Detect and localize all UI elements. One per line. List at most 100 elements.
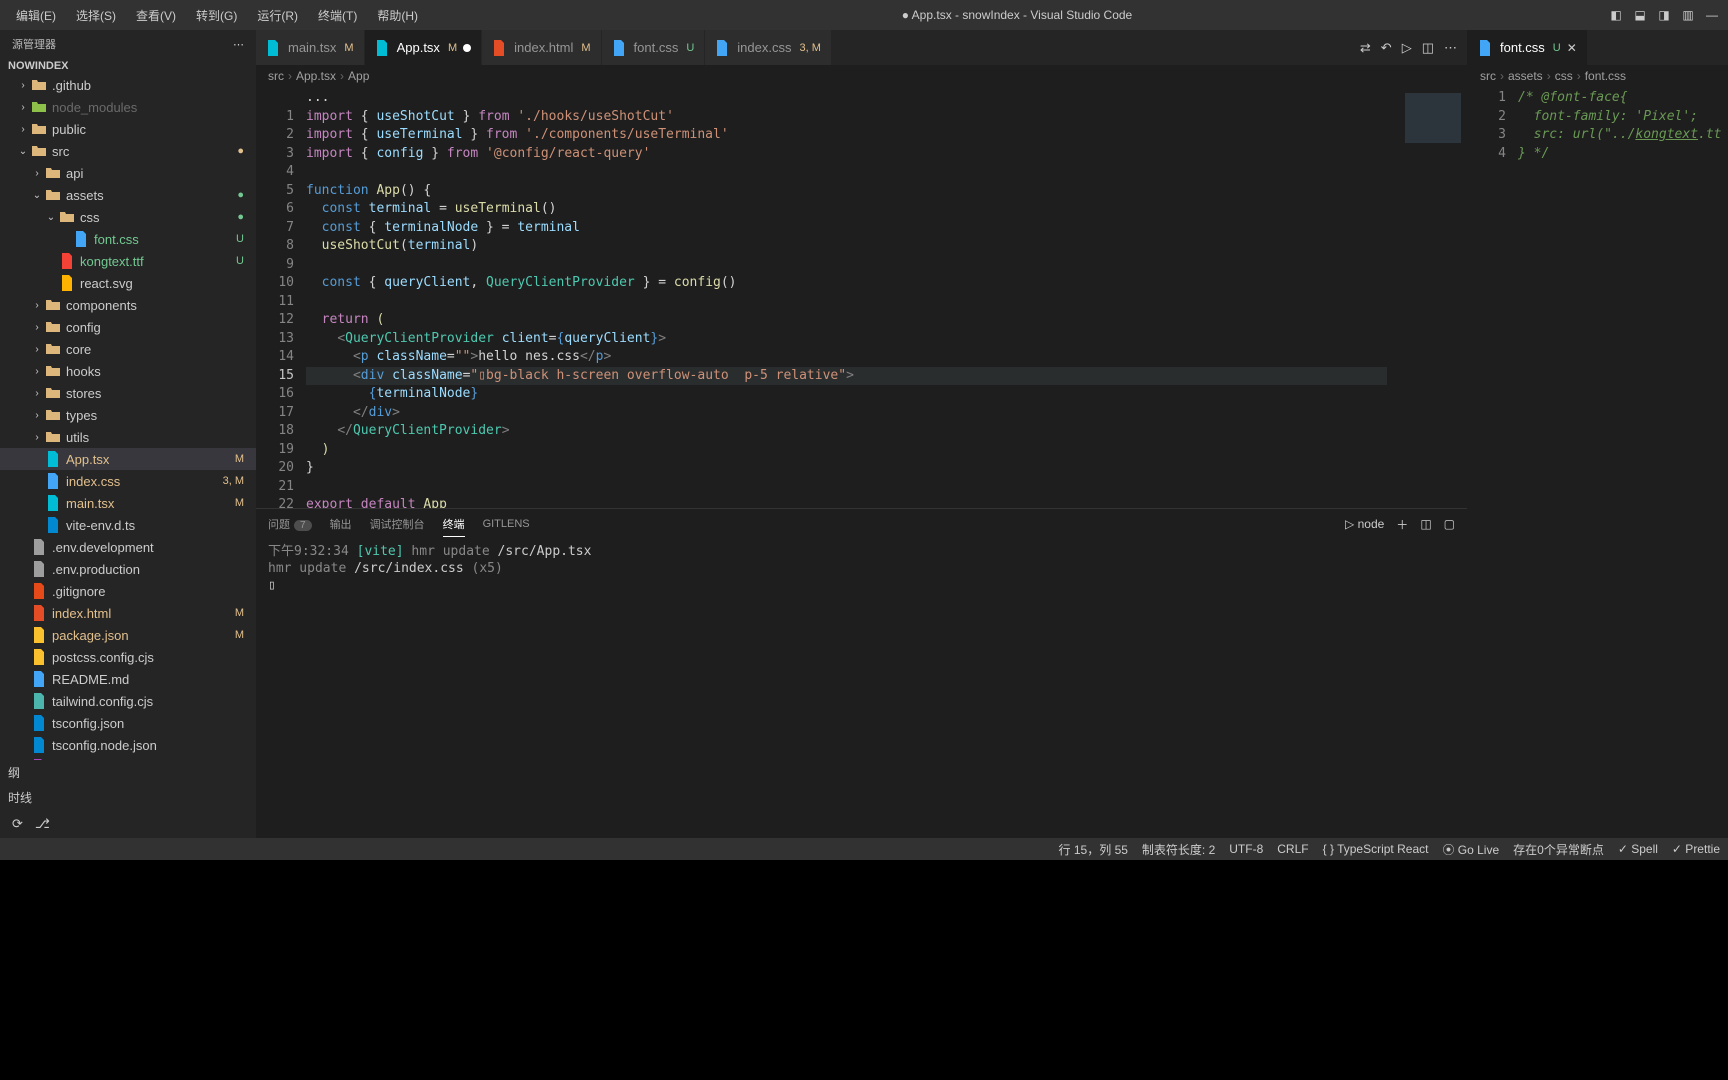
tree-item[interactable]: ›public <box>0 118 256 140</box>
menu-item[interactable]: 终端(T) <box>310 3 365 28</box>
sidebar-actions: ⟳ ⎇ <box>0 810 256 838</box>
tree-item[interactable]: ›types <box>0 404 256 426</box>
js-icon <box>30 649 48 665</box>
compare-icon[interactable]: ⇄ <box>1360 40 1371 56</box>
tree-item[interactable]: ›hooks <box>0 360 256 382</box>
breadcrumb-seg[interactable]: assets <box>1508 69 1543 83</box>
line-gutter-side: 1234 <box>1468 87 1518 838</box>
tree-item[interactable]: index.htmlM <box>0 602 256 624</box>
editor-tab[interactable]: font.cssU✕ <box>1468 30 1588 65</box>
status-item[interactable]: 存在0个异常断点 <box>1513 841 1604 858</box>
tree-item[interactable]: tsconfig.node.json <box>0 734 256 756</box>
tree-item[interactable]: ⌄css● <box>0 206 256 228</box>
terminal-output[interactable]: 下午9:32:34 [vite] hmr update /src/App.tsx… <box>256 539 1467 838</box>
menu-item[interactable]: 选择(S) <box>68 3 124 28</box>
breadcrumb-seg[interactable]: src <box>268 69 284 83</box>
tree-item[interactable]: postcss.config.cjs <box>0 646 256 668</box>
minimize-icon[interactable]: — <box>1704 7 1720 23</box>
close-icon[interactable]: ✕ <box>1567 41 1577 55</box>
menu-item[interactable]: 运行(R) <box>249 3 306 28</box>
tree-item[interactable]: ›.github <box>0 74 256 96</box>
breadcrumb-seg[interactable]: src <box>1480 69 1496 83</box>
branch-icon[interactable]: ⎇ <box>35 816 50 832</box>
maximize-panel-icon[interactable]: ▢ <box>1444 517 1455 531</box>
outline-section[interactable]: 纲 <box>0 760 256 785</box>
menu-item[interactable]: 编辑(E) <box>8 3 64 28</box>
status-item[interactable]: CRLF <box>1277 842 1308 856</box>
status-item[interactable]: UTF-8 <box>1229 842 1263 856</box>
breadcrumb-seg[interactable]: App <box>348 69 369 83</box>
editor-tab[interactable]: main.tsxM <box>256 30 365 65</box>
status-item[interactable]: 行 15，列 55 <box>1059 841 1128 858</box>
tree-item[interactable]: tailwind.config.cjs <box>0 690 256 712</box>
more-icon[interactable]: ⋯ <box>1444 40 1457 56</box>
revert-icon[interactable]: ↶ <box>1381 40 1392 56</box>
tree-item[interactable]: .env.production <box>0 558 256 580</box>
tree-item[interactable]: ›utils <box>0 426 256 448</box>
panel-tab[interactable]: 问题7 <box>268 512 312 536</box>
tree-item[interactable]: .env.development <box>0 536 256 558</box>
tree-item[interactable]: main.tsxM <box>0 492 256 514</box>
tree-item[interactable]: ›config <box>0 316 256 338</box>
tree-item[interactable]: react.svg <box>0 272 256 294</box>
split-icon[interactable]: ◫ <box>1422 40 1434 56</box>
status-item[interactable]: 制表符长度: 2 <box>1142 841 1215 858</box>
tree-item[interactable]: ›node_modules <box>0 96 256 118</box>
tree-item[interactable]: README.md <box>0 668 256 690</box>
timeline-section[interactable]: 时线 <box>0 785 256 810</box>
tree-item[interactable]: vite-env.d.ts <box>0 514 256 536</box>
split-terminal-icon[interactable]: ◫ <box>1420 517 1431 531</box>
tree-item[interactable]: index.css3, M <box>0 470 256 492</box>
layout-bottom-icon[interactable]: ⬓ <box>1632 7 1648 23</box>
tree-item[interactable]: ›components <box>0 294 256 316</box>
layout-right-icon[interactable]: ◨ <box>1656 7 1672 23</box>
panel-tab[interactable]: 调试控制台 <box>370 512 425 536</box>
tree-item[interactable]: kongtext.ttfU <box>0 250 256 272</box>
minimap[interactable] <box>1387 87 1467 508</box>
status-item[interactable]: ✓ Spell <box>1618 842 1658 856</box>
tree-item[interactable]: ›api <box>0 162 256 184</box>
breadcrumb-main[interactable]: src›App.tsx›App <box>256 65 1467 87</box>
react-icon <box>375 40 391 56</box>
menu-item[interactable]: 转到(G) <box>188 3 245 28</box>
run-icon[interactable]: ▷ <box>1402 40 1412 56</box>
status-item[interactable]: ✓ Prettie <box>1672 842 1720 856</box>
tree-item[interactable]: ›stores <box>0 382 256 404</box>
tree-item[interactable]: package.jsonM <box>0 624 256 646</box>
panel-tab[interactable]: 终端 <box>443 512 465 537</box>
tree-item[interactable]: tsconfig.json <box>0 712 256 734</box>
tree-item[interactable]: font.cssU <box>0 228 256 250</box>
explorer-root[interactable]: NOWINDEX <box>0 58 256 74</box>
menu-item[interactable]: 帮助(H) <box>369 3 426 28</box>
editor-tab[interactable]: font.cssU <box>602 30 706 65</box>
editor-body-main[interactable]: 12345678910111213141516171819202122 ...i… <box>256 87 1467 508</box>
panel-tab[interactable]: 输出 <box>330 512 352 536</box>
status-item[interactable]: ⦿ Go Live <box>1442 841 1499 858</box>
code-area-side[interactable]: /* @font-face{ font-family: 'Pixel'; src… <box>1518 87 1728 838</box>
menu-item[interactable]: 查看(V) <box>128 3 184 28</box>
folder-icon <box>44 386 62 400</box>
editor-tab[interactable]: index.css3, M <box>705 30 832 65</box>
editor-tab[interactable]: App.tsxM <box>365 30 483 65</box>
breadcrumb-side[interactable]: src›assets›css›font.css <box>1468 65 1728 87</box>
layout-grid-icon[interactable]: ▥ <box>1680 7 1696 23</box>
editor-body-side[interactable]: 1234 /* @font-face{ font-family: 'Pixel'… <box>1468 87 1728 838</box>
tree-item[interactable]: .gitignore <box>0 580 256 602</box>
breadcrumb-seg[interactable]: css <box>1555 69 1573 83</box>
folder-icon <box>44 188 62 202</box>
new-terminal-icon[interactable]: ＋ <box>1396 516 1408 533</box>
breadcrumb-seg[interactable]: font.css <box>1585 69 1626 83</box>
code-area[interactable]: ...import { useShotCut } from './hooks/u… <box>306 87 1467 508</box>
panel-tab[interactable]: GITLENS <box>483 514 530 534</box>
tree-item[interactable]: ⌄src● <box>0 140 256 162</box>
explorer-more-icon[interactable]: ⋯ <box>233 38 244 51</box>
tree-item[interactable]: App.tsxM <box>0 448 256 470</box>
sync-icon[interactable]: ⟳ <box>12 816 23 832</box>
status-item[interactable]: { } TypeScript React <box>1323 842 1429 856</box>
layout-left-icon[interactable]: ◧ <box>1608 7 1624 23</box>
tree-item[interactable]: ⌄assets● <box>0 184 256 206</box>
terminal-shell[interactable]: ▷ node <box>1345 517 1384 531</box>
editor-tab[interactable]: index.htmlM <box>482 30 601 65</box>
breadcrumb-seg[interactable]: App.tsx <box>296 69 336 83</box>
tree-item[interactable]: ›core <box>0 338 256 360</box>
